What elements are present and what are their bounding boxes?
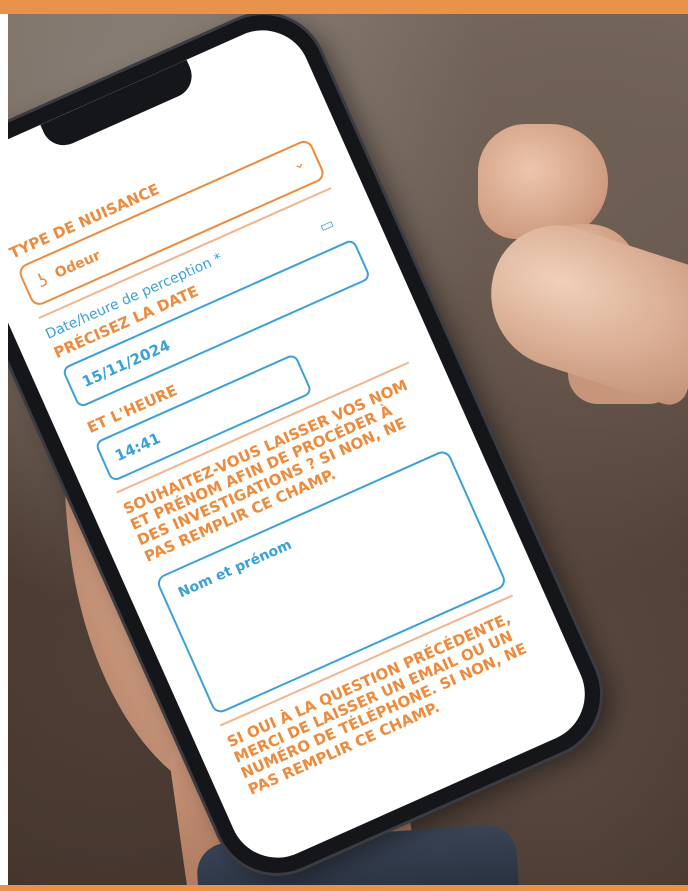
background-photo: TYPE DE NUISANCE ʖ Odeur ⌄ Date/heure de… xyxy=(8,14,688,885)
type-select-value: Odeur xyxy=(52,247,104,283)
top-orange-band xyxy=(0,0,688,14)
time-input-value: 14:41 xyxy=(112,428,164,465)
bottom-orange-band xyxy=(0,885,688,891)
nose-icon: ʖ xyxy=(34,269,51,293)
left-hand-finger-top xyxy=(478,124,608,239)
chevron-down-icon: ⌄ xyxy=(290,154,308,175)
form-content: TYPE DE NUISANCE ʖ Odeur ⌄ Date/heure de… xyxy=(8,53,545,799)
